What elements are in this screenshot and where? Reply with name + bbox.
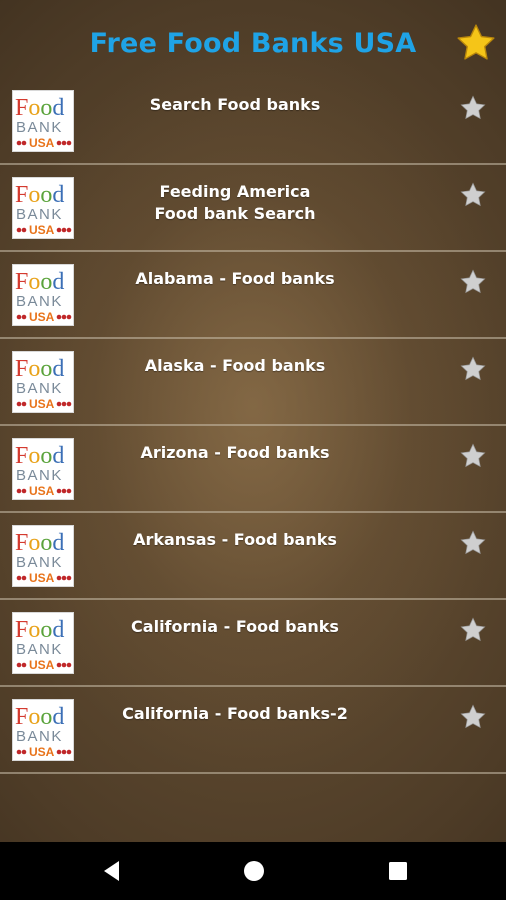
svg-text:BANK: BANK: [16, 641, 63, 658]
app-screen: Free Food Banks USA Food BANK USA Search…: [0, 0, 506, 900]
svg-text:BANK: BANK: [16, 728, 63, 745]
food-bank-logo-icon: Food BANK USA: [12, 438, 74, 500]
list-item[interactable]: Food BANK USA California - Food banks-2: [0, 687, 506, 774]
food-bank-logo-icon: Food BANK USA: [12, 264, 74, 326]
list-item-label: Alaska - Food banks: [144, 356, 326, 375]
favorite-star-icon[interactable]: [459, 268, 487, 296]
food-bank-logo-icon: Food BANK USA: [12, 699, 74, 761]
favorite-star-icon[interactable]: [459, 703, 487, 731]
list-item-label: Feeding America Food bank Search: [154, 182, 316, 223]
favorites-star-icon[interactable]: [455, 22, 497, 64]
list-item-label: Search Food banks: [149, 95, 321, 114]
favorite-star-icon[interactable]: [459, 529, 487, 557]
food-bank-logo-icon: Food BANK USA: [12, 525, 74, 587]
svg-text:Food: Food: [15, 617, 64, 643]
list-item[interactable]: Food BANK USA Alabama - Food banks: [0, 252, 506, 339]
svg-text:USA: USA: [29, 745, 55, 759]
food-bank-logo-icon: Food BANK USA: [12, 177, 74, 239]
list-item[interactable]: Food BANK USA Arizona - Food banks: [0, 426, 506, 513]
svg-text:BANK: BANK: [16, 206, 63, 223]
food-bank-list: Food BANK USA Search Food banks Food BAN…: [0, 78, 506, 774]
food-bank-logo-icon: Food BANK USA: [12, 612, 74, 674]
recents-icon[interactable]: [385, 858, 411, 884]
svg-text:BANK: BANK: [16, 119, 63, 136]
food-bank-logo-icon: Food BANK USA: [12, 90, 74, 152]
svg-text:Food: Food: [15, 269, 64, 295]
svg-text:BANK: BANK: [16, 467, 63, 484]
home-icon[interactable]: [241, 858, 267, 884]
app-title: Free Food Banks USA: [89, 28, 417, 59]
svg-text:BANK: BANK: [16, 293, 63, 310]
svg-text:BANK: BANK: [16, 554, 63, 571]
list-item[interactable]: Food BANK USA Alaska - Food banks: [0, 339, 506, 426]
back-icon[interactable]: [99, 858, 125, 884]
favorite-star-icon[interactable]: [459, 181, 487, 209]
list-item-label: California - Food banks-2: [122, 704, 348, 723]
svg-text:USA: USA: [29, 571, 55, 585]
favorite-star-icon[interactable]: [459, 94, 487, 122]
app-header: Free Food Banks USA: [0, 0, 506, 90]
favorite-star-icon[interactable]: [459, 616, 487, 644]
list-item-label: Arkansas - Food banks: [133, 530, 337, 549]
list-item-label: Arizona - Food banks: [140, 443, 330, 462]
svg-text:Food: Food: [15, 530, 64, 556]
svg-text:USA: USA: [29, 397, 55, 411]
svg-text:USA: USA: [29, 136, 55, 150]
svg-text:USA: USA: [29, 658, 55, 672]
svg-text:BANK: BANK: [16, 380, 63, 397]
list-item[interactable]: Food BANK USA Arkansas - Food banks: [0, 513, 506, 600]
list-item[interactable]: Food BANK USA Feeding America Food bank …: [0, 165, 506, 252]
favorite-star-icon[interactable]: [459, 442, 487, 470]
food-bank-logo-icon: Food BANK USA: [12, 351, 74, 413]
svg-text:USA: USA: [29, 310, 55, 324]
svg-text:Food: Food: [15, 95, 64, 121]
system-nav-bar: [0, 842, 506, 900]
svg-text:Food: Food: [15, 182, 64, 208]
svg-text:USA: USA: [29, 484, 55, 498]
list-item[interactable]: Food BANK USA Search Food banks: [0, 78, 506, 165]
svg-text:Food: Food: [15, 356, 64, 382]
list-item-label: Alabama - Food banks: [135, 269, 335, 288]
svg-text:Food: Food: [15, 704, 64, 730]
svg-text:USA: USA: [29, 223, 55, 237]
favorite-star-icon[interactable]: [459, 355, 487, 383]
svg-text:Food: Food: [15, 443, 64, 469]
list-item-label: California - Food banks: [131, 617, 339, 636]
list-item[interactable]: Food BANK USA California - Food banks: [0, 600, 506, 687]
